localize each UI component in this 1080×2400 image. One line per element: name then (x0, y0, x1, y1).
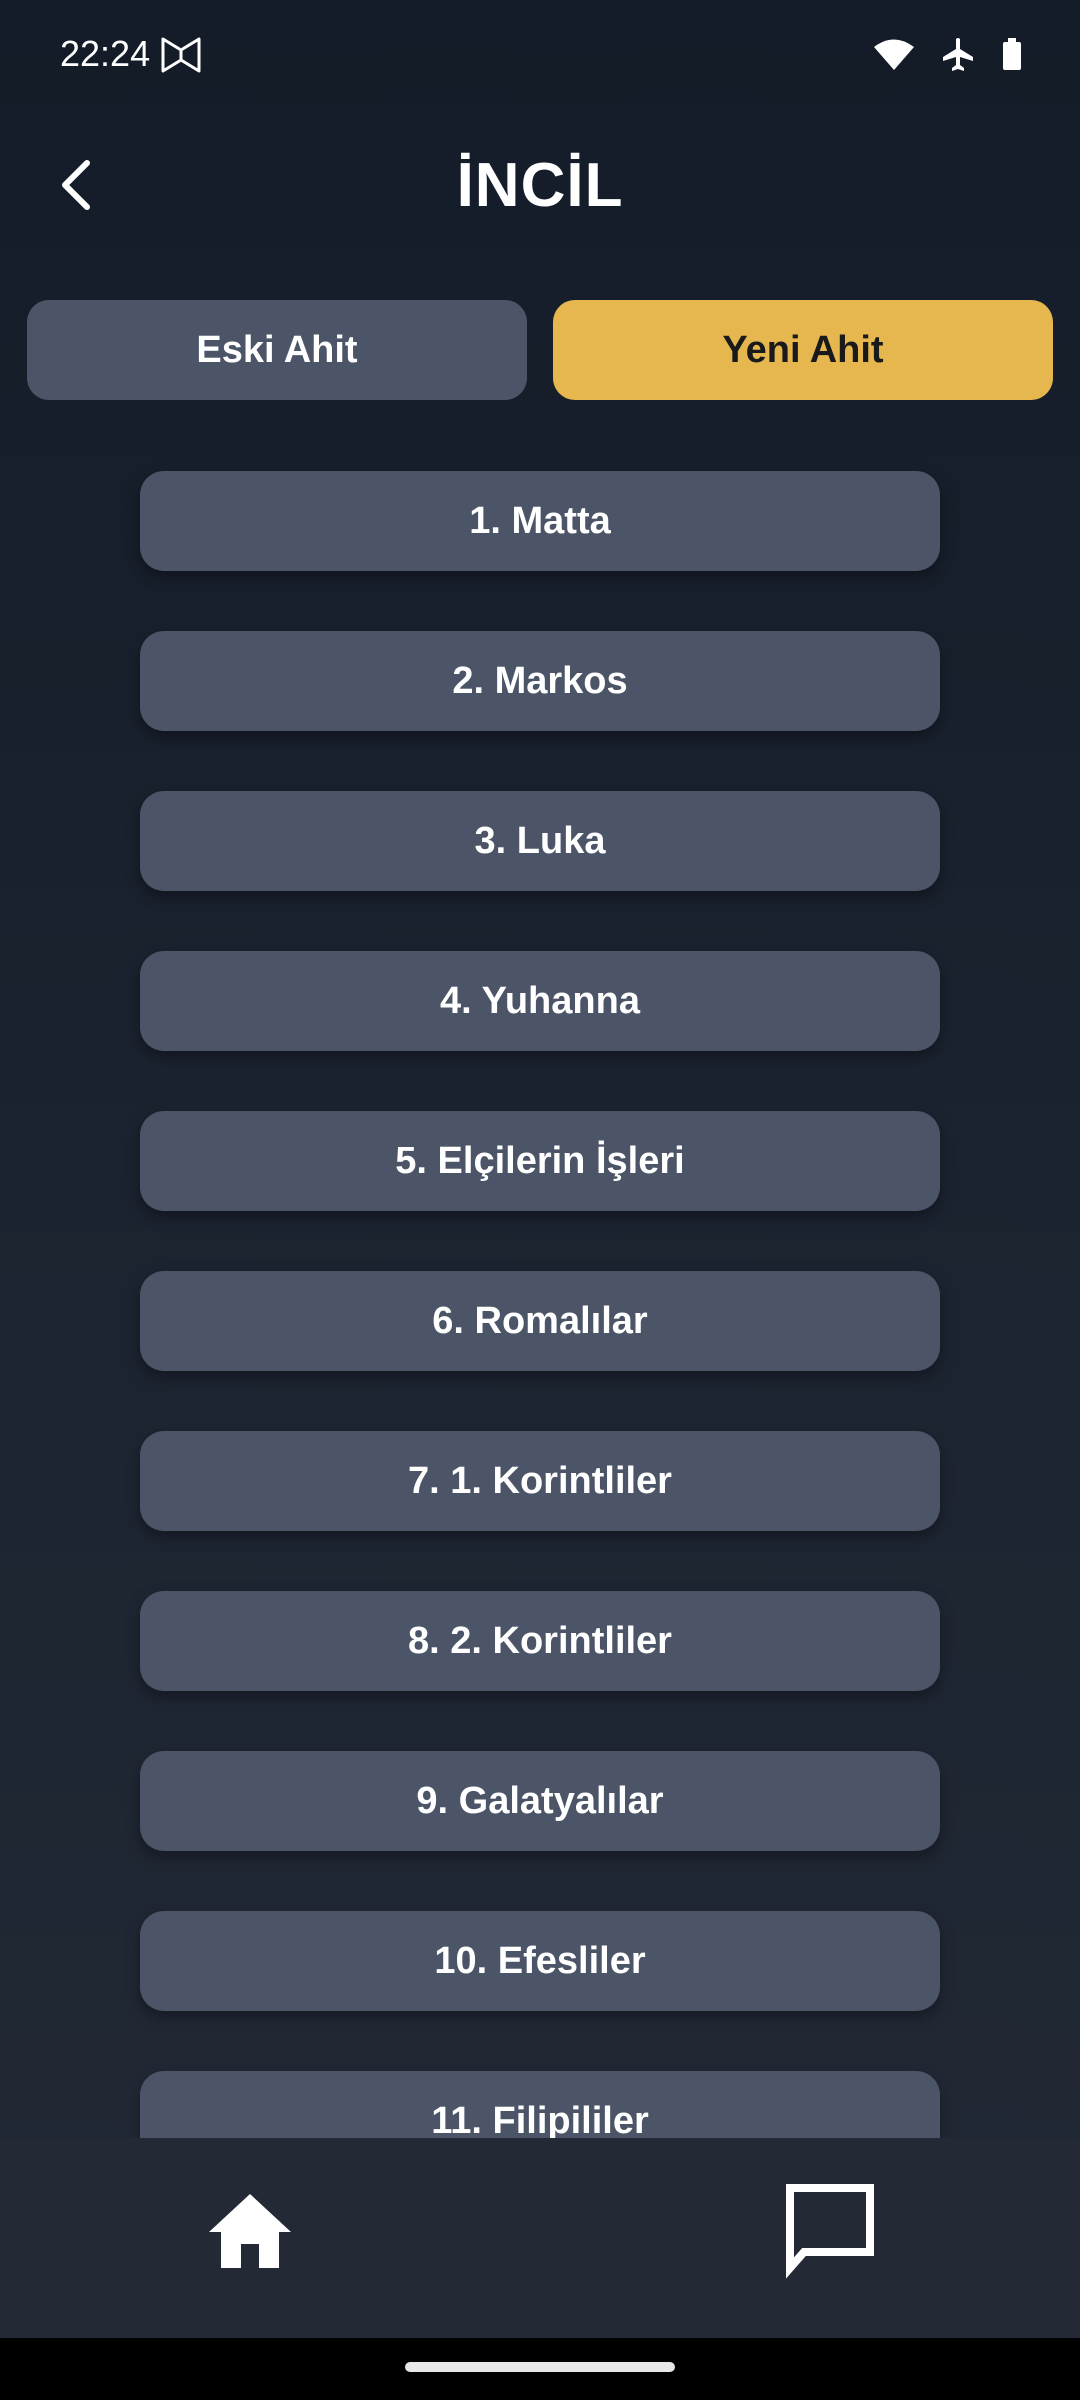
chat-icon (780, 2184, 880, 2284)
book-item-1-korintliler[interactable]: 7. 1. Korintliler (140, 1431, 940, 1531)
book-item-elcilerin-isleri[interactable]: 5. Elçilerin İşleri (140, 1111, 940, 1211)
chat-button[interactable] (780, 2180, 880, 2280)
page-title: İNCİL (456, 151, 624, 220)
status-time: 22:24 (60, 33, 151, 74)
book-label: 4. Yuhanna (440, 979, 640, 1022)
tab-old-testament[interactable]: Eski Ahit (27, 300, 527, 400)
status-icons (874, 34, 1022, 74)
app-notification-icon (160, 36, 202, 74)
book-list[interactable]: 1. Matta 2. Markos 3. Luka 4. Yuhanna 5.… (0, 440, 1080, 2138)
book-label: 8. 2. Korintliler (408, 1619, 672, 1662)
book-item-2-korintliler[interactable]: 8. 2. Korintliler (140, 1591, 940, 1691)
gesture-nav-area (0, 2338, 1080, 2400)
book-label: 1. Matta (469, 499, 611, 542)
book-item-galatyalilar[interactable]: 9. Galatyalılar (140, 1751, 940, 1851)
book-label: 11. Filipililer (431, 2099, 649, 2139)
book-label: 3. Luka (474, 819, 606, 862)
tab-label: Eski Ahit (196, 328, 358, 371)
airplane-mode-icon (942, 37, 974, 71)
bottom-nav (0, 2138, 1080, 2338)
book-label: 5. Elçilerin İşleri (395, 1139, 685, 1182)
book-item-efesliler[interactable]: 10. Efesliler (140, 1911, 940, 2011)
book-label: 9. Galatyalılar (416, 1779, 664, 1822)
wifi-icon (874, 38, 914, 70)
book-item-romalilar[interactable]: 6. Romalılar (140, 1271, 940, 1371)
book-item-filipililer[interactable]: 11. Filipililer (140, 2071, 940, 2138)
book-label: 6. Romalılar (432, 1299, 648, 1342)
book-item-matta[interactable]: 1. Matta (140, 471, 940, 571)
home-icon (205, 2194, 295, 2282)
book-label: 7. 1. Korintliler (408, 1459, 672, 1502)
tab-label: Yeni Ahit (722, 328, 884, 371)
home-button[interactable] (205, 2188, 295, 2278)
book-label: 10. Efesliler (434, 1939, 646, 1982)
battery-icon (1002, 38, 1022, 70)
book-item-markos[interactable]: 2. Markos (140, 631, 940, 731)
book-item-yuhanna[interactable]: 4. Yuhanna (140, 951, 940, 1051)
status-bar: 22:24 (0, 0, 1080, 110)
book-item-luka[interactable]: 3. Luka (140, 791, 940, 891)
header: İNCİL (0, 130, 1080, 240)
book-label: 2. Markos (452, 659, 628, 702)
tab-new-testament[interactable]: Yeni Ahit (553, 300, 1053, 400)
gesture-handle[interactable] (405, 2362, 675, 2372)
